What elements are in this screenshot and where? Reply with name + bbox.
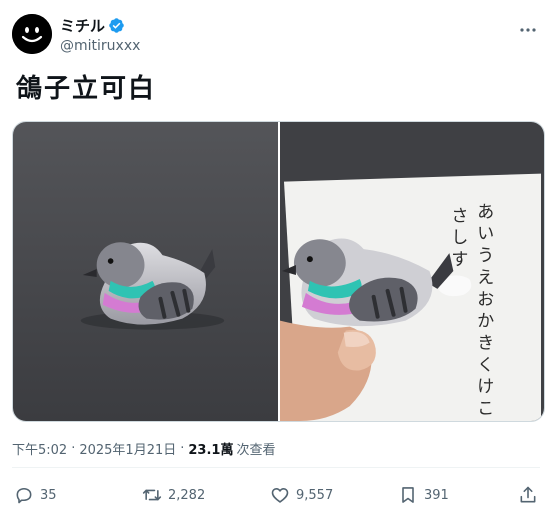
views-label: 次查看 [236,443,276,458]
tweet-meta: 下午5:02 · 2025年1月21日 · 23.1萬 次查看 [12,439,275,458]
clay-pigeon-figurine-image [13,122,278,421]
paper-line-2: さしす [451,206,468,269]
display-name[interactable]: ミチル [60,15,105,36]
avatar[interactable] [12,14,52,54]
tweet-header: ミチル @mitiruxxx [12,12,540,56]
views-count[interactable]: 23.1萬 [188,439,233,458]
smiley-face-avatar-icon [12,14,52,54]
like-count: 9,557 [296,487,334,503]
bookmark-icon [402,487,414,503]
divider [12,467,540,468]
verified-badge-icon[interactable] [108,17,125,34]
action-bar: 35 2,282 9,557 391 [12,483,540,507]
heart-icon [271,488,289,503]
retweet-button[interactable]: 2,282 [142,483,205,507]
pigeon-correction-tape-on-paper-image: あいうえおかきくけこ さしす [280,122,544,421]
retweet-count: 2,282 [168,487,206,503]
reply-icon [16,487,32,504]
share-icon [520,486,536,503]
meta-separator: · [71,441,76,456]
like-button[interactable]: 9,557 [270,483,333,507]
more-button[interactable] [516,18,540,42]
photo-right[interactable]: あいうえおかきくけこ さしす [280,122,544,421]
share-button[interactable] [518,483,538,507]
bookmark-count: 391 [424,487,449,503]
bookmark-button[interactable]: 391 [398,483,449,507]
reply-count: 35 [40,487,57,503]
author-names: ミチル @mitiruxxx [60,15,140,54]
meta-separator-2: · [180,441,185,456]
tweet-time[interactable]: 下午5:02 [12,439,67,458]
reply-button[interactable]: 35 [14,483,57,507]
photo-left[interactable] [13,122,278,421]
author-handle[interactable]: @mitiruxxx [60,38,140,54]
more-dots-icon [520,28,536,32]
retweet-icon [142,489,162,501]
tweet-text: 鴿子立可白 [16,74,157,104]
tweet-date[interactable]: 2025年1月21日 [79,439,176,458]
media-grid: あいうえおかきくけこ さしす [12,121,545,422]
display-name-row: ミチル [60,15,140,36]
